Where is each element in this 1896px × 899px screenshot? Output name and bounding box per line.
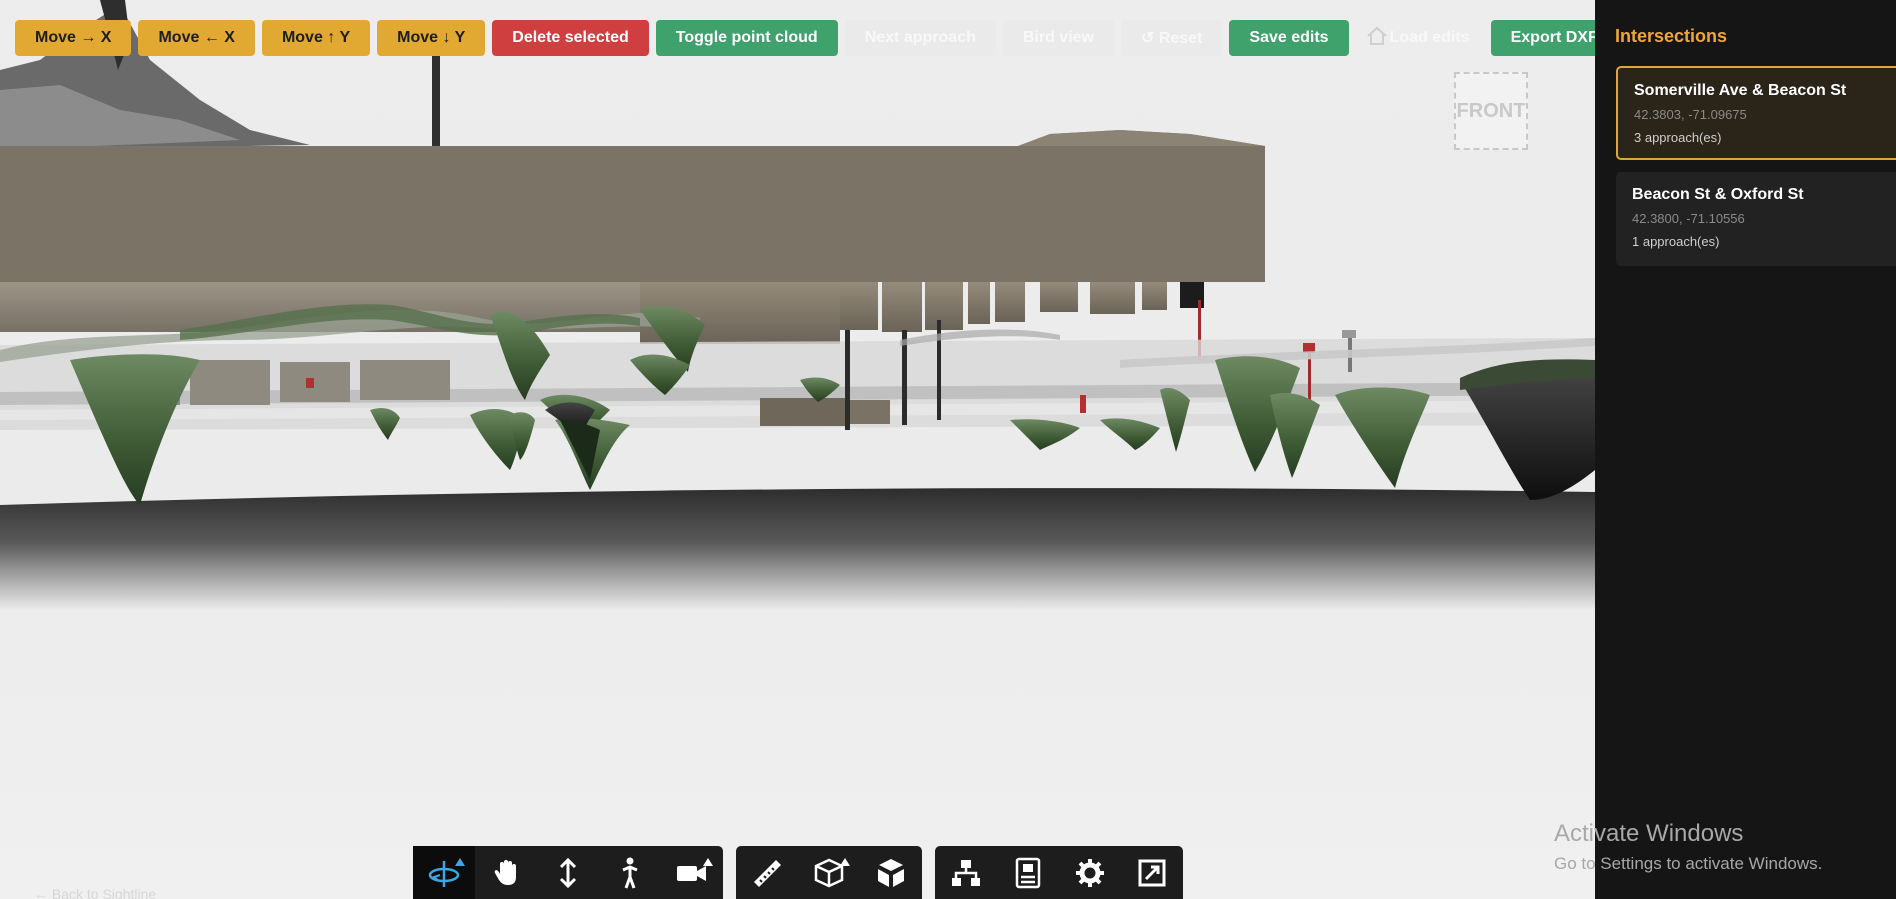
- view-cube-front[interactable]: FRONT: [1454, 72, 1528, 150]
- intersection-name: Somerville Ave & Beacon St: [1634, 82, 1847, 99]
- load-edits-button[interactable]: Load edits: [1356, 20, 1484, 56]
- next-approach-button[interactable]: Next approach: [844, 20, 996, 56]
- move-up-y-button[interactable]: Move ↑ Y: [261, 20, 371, 56]
- dark-cluster: [1460, 371, 1595, 500]
- settings-gear-icon[interactable]: [1059, 846, 1121, 899]
- save-edits-button[interactable]: Save edits: [1229, 20, 1349, 56]
- intersection-card-selected[interactable]: Somerville Ave & Beacon St 42.3803, -71.…: [1616, 66, 1896, 160]
- intersection-coords: 42.3800, -71.10556: [1632, 211, 1745, 226]
- building-facade: [0, 130, 1265, 282]
- model-tree-icon[interactable]: [935, 846, 997, 899]
- delete-selected-button[interactable]: Delete selected: [492, 20, 649, 56]
- point-cloud-scene: [0, 0, 1595, 610]
- camera-icon[interactable]: [661, 846, 723, 899]
- building-top: [1018, 130, 1265, 146]
- model-tool-group: [935, 846, 1183, 899]
- move-left-x-button[interactable]: Move ← X: [138, 20, 255, 56]
- intersection-approach-count: 3 approach(es): [1634, 130, 1722, 145]
- fullscreen-icon[interactable]: [1121, 846, 1183, 899]
- toggle-point-cloud-button[interactable]: Toggle point cloud: [655, 20, 838, 56]
- intersections-panel: Intersections Somerville Ave & Beacon St…: [1595, 0, 1896, 899]
- analysis-tool-group: [736, 846, 922, 899]
- explode-cube-icon[interactable]: [860, 846, 922, 899]
- export-dxf-button[interactable]: Export DXF: [1490, 20, 1595, 56]
- orbit-icon[interactable]: [413, 846, 475, 899]
- utility-pole: [432, 40, 440, 150]
- edit-toolbar: Move → X Move ← X Move ↑ Y Move ↓ Y Dele…: [15, 20, 1595, 56]
- intersection-coords: 42.3803, -71.09675: [1634, 107, 1747, 122]
- move-right-x-button[interactable]: Move → X: [15, 20, 132, 56]
- measure-ruler-icon[interactable]: [736, 846, 798, 899]
- reset-button[interactable]: ↺ Reset: [1120, 20, 1223, 56]
- home-icon: [1366, 26, 1388, 51]
- intersection-approach-count: 1 approach(es): [1632, 234, 1720, 249]
- vertical-move-icon[interactable]: [537, 846, 599, 899]
- load-edits-label: Load edits: [1389, 29, 1470, 46]
- panel-title: Intersections: [1615, 26, 1728, 46]
- intersection-name: Beacon St & Oxford St: [1632, 186, 1804, 203]
- pan-hand-icon[interactable]: [475, 846, 537, 899]
- 3d-viewport[interactable]: Move → X Move ← X Move ↑ Y Move ↓ Y Dele…: [0, 0, 1595, 899]
- back-to-sightline-link[interactable]: ← Back to Sightline: [34, 886, 156, 899]
- move-down-y-button[interactable]: Move ↓ Y: [377, 20, 486, 56]
- navigation-tool-group: [413, 846, 723, 899]
- ground-plane: [0, 488, 1595, 610]
- properties-icon[interactable]: [997, 846, 1059, 899]
- walk-person-icon[interactable]: [599, 846, 661, 899]
- intersection-card[interactable]: Beacon St & Oxford St 42.3800, -71.10556…: [1616, 172, 1896, 266]
- bird-view-button[interactable]: Bird view: [1002, 20, 1114, 56]
- section-box-icon[interactable]: [798, 846, 860, 899]
